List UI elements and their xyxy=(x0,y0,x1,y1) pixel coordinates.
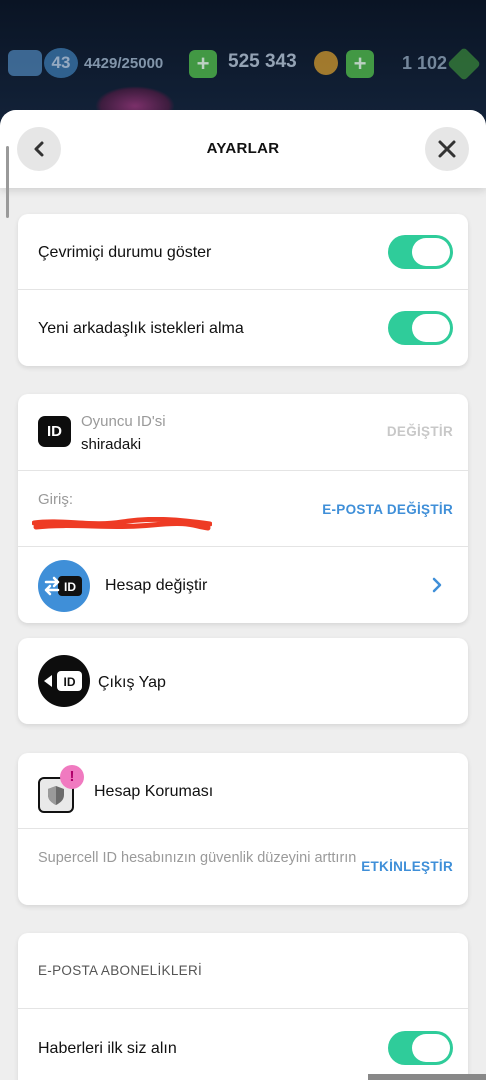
scroll-indicator[interactable] xyxy=(6,146,9,218)
player-id-row: ID Oyuncu ID'si shiradaki DEĞİŞTİR xyxy=(18,394,468,471)
settings-header: AYARLAR xyxy=(0,110,486,188)
player-id-label: Oyuncu ID'si xyxy=(81,413,166,430)
hud-gold-amount: 525 343 xyxy=(228,51,297,72)
switch-account-row[interactable]: ID Hesap değiştir xyxy=(18,547,468,623)
id-icon: ID xyxy=(38,416,71,447)
logout-arrow-icon: ID xyxy=(44,671,82,691)
settings-sheet: AYARLAR Çevrimiçi durumu göster Yeni ark… xyxy=(0,110,486,1080)
page-title: AYARLAR xyxy=(206,140,280,157)
show-online-label: Çevrimiçi durumu göster xyxy=(38,244,212,261)
gold-coin-icon xyxy=(314,51,338,75)
hud-profile-icon xyxy=(8,50,42,76)
protection-description: Supercell ID hesabınızın güvenlik düzeyi… xyxy=(38,850,357,866)
hud-resource-bar: 43 4429/25000 + 525 343 + 1 102 xyxy=(0,46,486,86)
chevron-left-icon xyxy=(34,141,44,157)
news-label: Haberleri ilk siz alın xyxy=(38,1040,177,1057)
friend-requests-label: Yeni arkadaşlık istekleri alma xyxy=(38,320,244,337)
enable-protection-button[interactable]: ETKİNLEŞTİR xyxy=(361,859,453,874)
email-subs-heading-row: E-POSTA ABONELİKLERİ xyxy=(18,933,468,1009)
switch-account-label: Hesap değiştir xyxy=(105,577,208,594)
news-toggle[interactable] xyxy=(388,1031,453,1065)
close-icon xyxy=(438,140,456,158)
hud-add-gold-button: + xyxy=(189,50,217,78)
svg-text:ID: ID xyxy=(64,675,76,689)
change-player-id-button[interactable]: DEĞİŞTİR xyxy=(387,424,453,439)
friend-requests-row: Yeni arkadaşlık istekleri alma xyxy=(18,290,468,366)
hud-add-gems-button: + xyxy=(346,50,374,78)
toggle-knob xyxy=(412,314,450,342)
chevron-right-icon xyxy=(432,577,442,593)
gem-icon xyxy=(447,47,481,81)
switch-account-icon: ID xyxy=(38,560,90,612)
svg-text:ID: ID xyxy=(64,580,76,594)
change-email-button[interactable]: E-POSTA DEĞİŞTİR xyxy=(322,502,453,517)
toggle-knob xyxy=(412,238,450,266)
hud-level-badge: 43 xyxy=(44,48,78,78)
logout-card[interactable]: ID Çıkış Yap xyxy=(18,638,468,724)
player-id-value: shiradaki xyxy=(81,436,142,453)
show-online-row: Çevrimiçi durumu göster xyxy=(18,214,468,290)
protection-title-row: ! Hesap Koruması xyxy=(18,753,468,829)
login-row: Giriş: E-POSTA DEĞİŞTİR xyxy=(18,471,468,547)
back-button[interactable] xyxy=(17,127,61,171)
show-online-toggle[interactable] xyxy=(388,235,453,269)
status-settings-card: Çevrimiçi durumu göster Yeni arkadaşlık … xyxy=(18,214,468,366)
news-row: Haberleri ilk siz alın xyxy=(18,1009,468,1080)
friend-requests-toggle[interactable] xyxy=(388,311,453,345)
toggle-knob xyxy=(412,1034,450,1062)
account-card: ID Oyuncu ID'si shiradaki DEĞİŞTİR Giriş… xyxy=(18,394,468,623)
hud-xp-text: 4429/25000 xyxy=(84,55,164,72)
protection-title: Hesap Koruması xyxy=(94,783,214,800)
redacted-email-scribble xyxy=(32,517,212,531)
close-button[interactable] xyxy=(425,127,469,171)
login-label: Giriş: xyxy=(38,491,73,508)
swap-arrows-icon: ID xyxy=(44,576,82,596)
logout-label: Çıkış Yap xyxy=(98,674,166,691)
alert-badge: ! xyxy=(60,765,84,789)
email-subs-heading: E-POSTA ABONELİKLERİ xyxy=(38,963,203,978)
logout-icon: ID xyxy=(38,655,90,707)
protection-action-row: Supercell ID hesabınızın güvenlik düzeyi… xyxy=(18,829,468,905)
account-protection-card: ! Hesap Koruması Supercell ID hesabınızı… xyxy=(18,753,468,905)
home-indicator xyxy=(368,1074,486,1080)
hud-gems-amount: 1 102 xyxy=(402,53,448,73)
email-subscriptions-card: E-POSTA ABONELİKLERİ Haberleri ilk siz a… xyxy=(18,933,468,1080)
